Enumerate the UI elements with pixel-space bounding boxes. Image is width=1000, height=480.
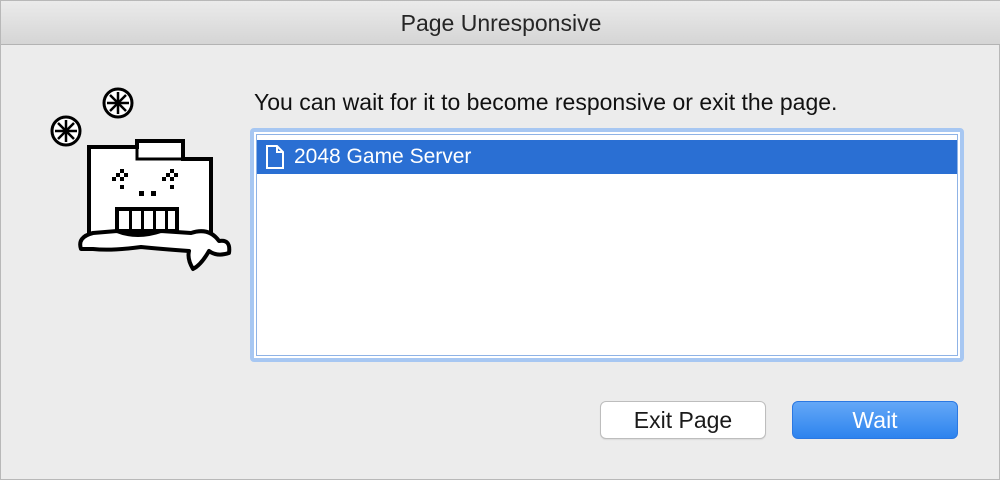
page-unresponsive-dialog: Page Unresponsive You can wait for it to… — [0, 0, 1000, 480]
title-bar: Page Unresponsive — [1, 1, 1000, 45]
window-title: Page Unresponsive — [400, 10, 602, 36]
list-item-selected[interactable]: 2048 Game Server — [257, 140, 957, 174]
snowflake-icon — [50, 115, 82, 147]
document-icon — [266, 145, 284, 169]
snowflake-icon — [102, 87, 134, 119]
unresponsive-pages-list[interactable]: 2048 Game Server — [250, 128, 964, 362]
list-body: 2048 Game Server — [256, 134, 958, 356]
dialog-message: You can wait for it to become responsive… — [254, 89, 838, 115]
list-item-label: 2048 Game Server — [294, 145, 472, 168]
frozen-folder-mascot-icon — [50, 87, 232, 271]
wait-button[interactable]: Wait — [792, 401, 958, 439]
exit-page-button[interactable]: Exit Page — [600, 401, 766, 439]
